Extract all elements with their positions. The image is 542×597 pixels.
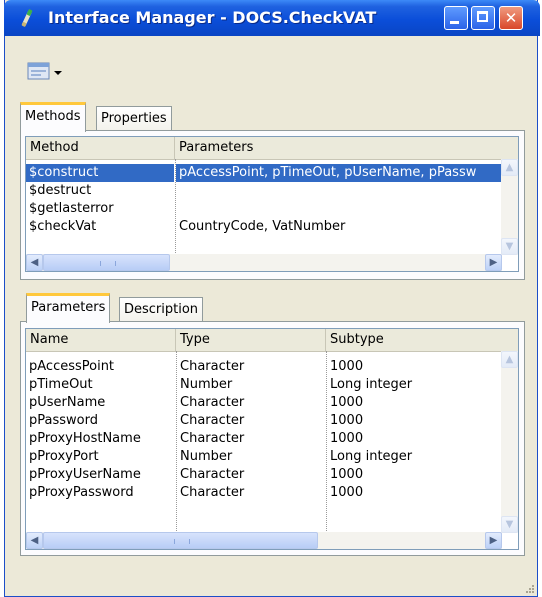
scroll-thumb[interactable] xyxy=(43,254,170,271)
method-row[interactable]: $destruct xyxy=(26,182,502,200)
method-name: $destruct xyxy=(29,183,92,198)
minimize-button[interactable] xyxy=(444,6,468,30)
title-bar[interactable]: Interface Manager - DOCS.CheckVAT ✕ xyxy=(4,0,540,36)
parameter-name: pProxyHostName xyxy=(29,431,141,446)
parameter-name: pProxyPort xyxy=(29,449,99,464)
parameter-name: pPassword xyxy=(29,413,98,428)
parameters-vertical-scrollbar[interactable]: ▲ ▼ xyxy=(501,351,518,533)
method-row[interactable]: $construct pAccessPoint, pTimeOut, pUser… xyxy=(26,164,502,182)
parameters-grid: Name Type Subtype pAccessPoint Character… xyxy=(25,328,519,550)
method-row[interactable]: $getlasterror xyxy=(26,200,502,218)
parameter-type: Character xyxy=(180,395,245,410)
parameter-type: Number xyxy=(180,449,233,464)
parameter-name: pProxyUserName xyxy=(29,467,141,482)
parameter-row[interactable]: pProxyPassword Character 1000 xyxy=(26,484,502,502)
column-header-type[interactable]: Type xyxy=(176,329,326,351)
parameter-subtype: 1000 xyxy=(330,485,364,500)
method-params xyxy=(176,182,502,200)
parameter-name: pAccessPoint xyxy=(29,359,115,374)
method-params: pAccessPoint, pTimeOut, pUserName, pPass… xyxy=(179,165,477,180)
script-icon xyxy=(21,9,33,27)
parameter-type: Number xyxy=(180,377,233,392)
parameter-row[interactable]: pProxyHostName Character 1000 xyxy=(26,430,502,448)
scroll-up-icon[interactable]: ▲ xyxy=(501,351,518,368)
parameter-subtype: 1000 xyxy=(330,467,364,482)
scroll-left-icon[interactable]: ◀ xyxy=(26,532,43,549)
scroll-left-icon[interactable]: ◀ xyxy=(26,254,43,271)
methods-header: Method Parameters xyxy=(26,137,518,160)
parameter-type: Character xyxy=(180,359,245,374)
parameter-row[interactable]: pProxyPort Number Long integer xyxy=(26,448,502,466)
parameter-subtype: 1000 xyxy=(330,413,364,428)
parameter-type: Character xyxy=(180,431,245,446)
parameter-row[interactable]: pTimeOut Number Long integer xyxy=(26,376,502,394)
method-name: $construct xyxy=(29,165,99,180)
parameter-name: pProxyPassword xyxy=(29,485,134,500)
scroll-thumb[interactable] xyxy=(43,532,318,549)
scroll-up-icon[interactable]: ▲ xyxy=(501,159,518,176)
close-icon: ✕ xyxy=(504,9,518,27)
methods-vertical-scrollbar[interactable]: ▲ ▼ xyxy=(501,159,518,255)
parameter-row[interactable]: pProxyUserName Character 1000 xyxy=(26,466,502,484)
parameter-row[interactable]: pUserName Character 1000 xyxy=(26,394,502,412)
methods-grid: Method Parameters $construct pAccessPoin… xyxy=(25,136,519,272)
methods-horizontal-scrollbar[interactable]: ◀ ▶ xyxy=(26,254,502,271)
column-header-method[interactable]: Method xyxy=(26,137,175,159)
parameter-type: Character xyxy=(180,467,245,482)
window-title: Interface Manager - DOCS.CheckVAT xyxy=(48,8,377,27)
parameter-subtype: 1000 xyxy=(330,431,364,446)
parameter-row[interactable]: pAccessPoint Character 1000 xyxy=(26,358,502,376)
tab-methods[interactable]: Methods xyxy=(20,102,86,132)
parameters-panel: Name Type Subtype pAccessPoint Character… xyxy=(20,321,525,556)
column-header-parameters[interactable]: Parameters xyxy=(175,137,518,159)
maximize-icon xyxy=(477,11,488,22)
tab-parameters[interactable]: Parameters xyxy=(26,293,111,323)
column-header-subtype[interactable]: Subtype xyxy=(326,329,518,351)
parameter-row[interactable]: pPassword Character 1000 xyxy=(26,412,502,430)
method-name: $checkVat xyxy=(29,219,97,234)
methods-panel: Method Parameters $construct pAccessPoin… xyxy=(20,130,525,280)
parameter-subtype: 1000 xyxy=(330,359,364,374)
parameter-subtype: Long integer xyxy=(330,449,413,464)
parameter-subtype: 1000 xyxy=(330,395,364,410)
tab-properties[interactable]: Properties xyxy=(96,106,172,132)
column-header-name[interactable]: Name xyxy=(26,329,176,351)
parameters-header: Name Type Subtype xyxy=(26,329,518,352)
scroll-down-icon[interactable]: ▼ xyxy=(501,238,518,255)
parameters-horizontal-scrollbar[interactable]: ◀ ▶ xyxy=(26,532,502,549)
parameter-type: Character xyxy=(180,485,245,500)
view-dropdown-icon[interactable] xyxy=(27,62,53,80)
maximize-button[interactable] xyxy=(471,6,495,30)
close-button[interactable]: ✕ xyxy=(499,6,523,30)
scroll-down-icon[interactable]: ▼ xyxy=(501,516,518,533)
parameter-name: pUserName xyxy=(29,395,106,410)
interface-manager-window: Interface Manager - DOCS.CheckVAT ✕ Meth… xyxy=(4,0,540,597)
method-params xyxy=(176,200,502,218)
chevron-down-icon[interactable] xyxy=(54,71,62,75)
tab-description[interactable]: Description xyxy=(119,297,204,323)
parameter-type: Character xyxy=(180,413,245,428)
scroll-right-icon[interactable]: ▶ xyxy=(485,532,502,549)
parameter-subtype: Long integer xyxy=(330,377,413,392)
minimize-icon xyxy=(450,21,459,24)
scroll-right-icon[interactable]: ▶ xyxy=(485,254,502,271)
parameter-name: pTimeOut xyxy=(29,377,93,392)
resize-grip-icon[interactable] xyxy=(525,584,535,594)
method-row[interactable]: $checkVat CountryCode, VatNumber xyxy=(26,218,502,236)
method-name: $getlasterror xyxy=(29,201,114,216)
method-params: CountryCode, VatNumber xyxy=(179,219,346,234)
